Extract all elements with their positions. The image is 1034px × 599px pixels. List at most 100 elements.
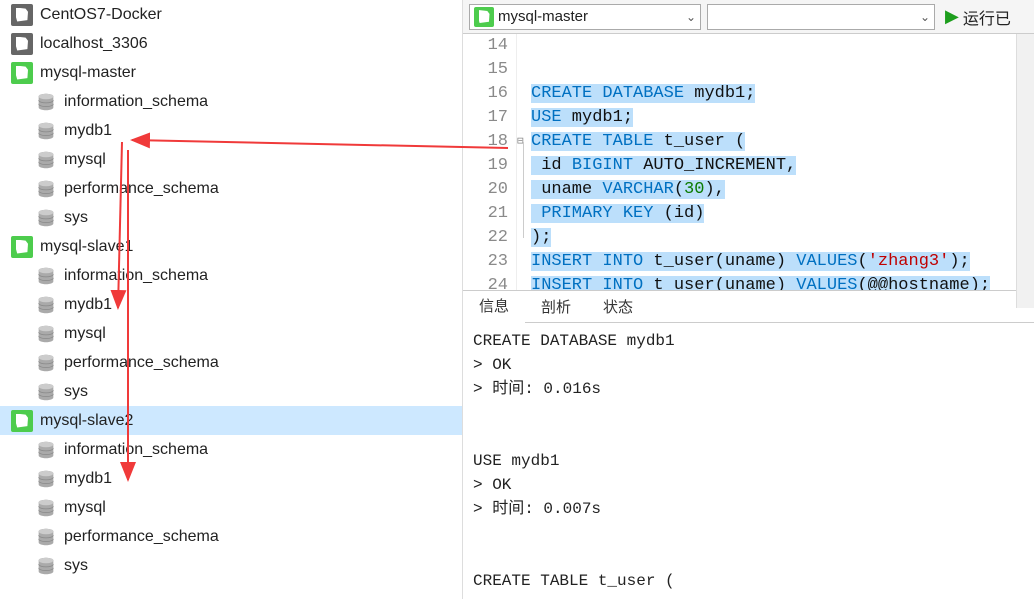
connection-item[interactable]: CentOS7-Docker [0, 0, 462, 29]
database-icon [35, 294, 57, 316]
code-line[interactable] [531, 58, 990, 82]
code-token: INSERT [531, 276, 592, 291]
code-token [592, 84, 602, 103]
database-icon [35, 207, 57, 229]
database-icon [35, 526, 57, 548]
database-item[interactable]: mysql [0, 493, 462, 522]
tree-item-label: performance_schema [64, 528, 219, 546]
code-token: t_user(uname) [643, 252, 796, 271]
database-item[interactable]: performance_schema [0, 348, 462, 377]
code-token [531, 204, 541, 223]
tree-item-label: mysql-slave1 [40, 238, 133, 256]
line-number: 14 [463, 34, 508, 58]
database-item[interactable]: mydb1 [0, 290, 462, 319]
database-item[interactable]: information_schema [0, 87, 462, 116]
code-token: AUTO_INCREMENT, [633, 156, 796, 175]
line-number: 15 [463, 58, 508, 82]
tree-item-label: sys [64, 209, 88, 227]
code-line[interactable]: uname VARCHAR(30), [531, 178, 990, 202]
sql-editor[interactable]: 1415161718192021222324 ⊟ CREATE DATABASE… [463, 34, 1034, 291]
tree-item-label: information_schema [64, 267, 208, 285]
database-item[interactable]: mydb1 [0, 116, 462, 145]
database-icon [35, 468, 57, 490]
database-item[interactable]: performance_schema [0, 522, 462, 551]
code-line[interactable]: CREATE DATABASE mydb1; [531, 82, 990, 106]
line-number: 21 [463, 202, 508, 226]
connection-item[interactable]: mysql-slave1 [0, 232, 462, 261]
connection-combo-label: mysql-master [498, 8, 686, 25]
code-token: USE [531, 108, 562, 127]
code-token: BIGINT [572, 156, 633, 175]
dolphin-icon [11, 62, 33, 84]
code-token: t_user ( [653, 132, 745, 151]
tree-item-label: mysql-master [40, 64, 136, 82]
connection-item[interactable]: localhost_3306 [0, 29, 462, 58]
database-item[interactable]: mydb1 [0, 464, 462, 493]
tab-state[interactable]: 状态 [587, 290, 649, 323]
connection-item[interactable]: mysql-slave2 [0, 406, 462, 435]
code-line[interactable]: PRIMARY KEY (id) [531, 202, 990, 226]
code-token: INSERT [531, 252, 592, 271]
line-number: 20 [463, 178, 508, 202]
code-token: 'zhang3' [868, 252, 950, 271]
database-item[interactable]: information_schema [0, 261, 462, 290]
run-button[interactable]: ▶ 运行已 [941, 4, 1015, 30]
result-body: CREATE DATABASE mydb1 > OK > 时间: 0.016s … [463, 323, 1034, 599]
dolphin-icon [11, 410, 33, 432]
line-number: 23 [463, 250, 508, 274]
line-number-gutter: 1415161718192021222324 [463, 34, 517, 290]
code-token: INTO [602, 276, 643, 291]
code-token: ), [704, 180, 724, 199]
tree-item-label: performance_schema [64, 354, 219, 372]
fold-column[interactable]: ⊟ [517, 34, 531, 290]
line-number: 17 [463, 106, 508, 130]
chevron-down-icon: ⌄ [920, 10, 930, 24]
database-icon [35, 265, 57, 287]
code-token: ( [674, 180, 684, 199]
code-token: 30 [684, 180, 704, 199]
connection-item[interactable]: mysql-master [0, 58, 462, 87]
code-area[interactable]: CREATE DATABASE mydb1;USE mydb1;CREATE T… [531, 34, 990, 290]
tree-item-label: performance_schema [64, 180, 219, 198]
code-token: DATABASE [602, 84, 684, 103]
code-line[interactable]: USE mydb1; [531, 106, 990, 130]
result-tabs: 信息 剖析 状态 [463, 291, 1034, 323]
tree-item-label: mysql [64, 151, 106, 169]
database-item[interactable]: mysql [0, 319, 462, 348]
tree-item-label: mysql [64, 499, 106, 517]
dolphin-icon [11, 33, 33, 55]
database-icon [35, 149, 57, 171]
database-item[interactable]: sys [0, 377, 462, 406]
database-item[interactable]: sys [0, 203, 462, 232]
code-line[interactable] [531, 34, 990, 58]
tab-info[interactable]: 信息 [463, 289, 525, 324]
code-token [592, 252, 602, 271]
editor-pane: mysql-master ⌄ ⌄ ▶ 运行已 14151617181920212… [463, 0, 1034, 599]
tab-profile[interactable]: 剖析 [525, 290, 587, 323]
fold-line [523, 142, 524, 238]
database-combo[interactable]: ⌄ [707, 4, 935, 30]
line-number: 16 [463, 82, 508, 106]
code-line[interactable]: ); [531, 226, 990, 250]
editor-scrollbar[interactable] [1016, 34, 1034, 291]
code-line[interactable]: INSERT INTO t_user(uname) VALUES('zhang3… [531, 250, 990, 274]
tree-item-label: localhost_3306 [40, 35, 148, 53]
code-token: mydb1; [684, 84, 755, 103]
code-token: VARCHAR [602, 180, 673, 199]
database-item[interactable]: performance_schema [0, 174, 462, 203]
dolphin-icon [11, 4, 33, 26]
code-line[interactable]: id BIGINT AUTO_INCREMENT, [531, 154, 990, 178]
database-item[interactable]: information_schema [0, 435, 462, 464]
code-line[interactable]: CREATE TABLE t_user ( [531, 130, 990, 154]
run-button-label: 运行已 [963, 5, 1011, 29]
code-token [613, 204, 623, 223]
code-token: t_user(uname) [643, 276, 796, 291]
connection-combo[interactable]: mysql-master ⌄ [469, 4, 701, 30]
code-token: uname [531, 180, 602, 199]
database-item[interactable]: sys [0, 551, 462, 580]
connection-tree[interactable]: CentOS7-Docker localhost_3306 mysql-master… [0, 0, 463, 599]
database-icon [35, 381, 57, 403]
code-line[interactable]: INSERT INTO t_user(uname) VALUES(@@hostn… [531, 274, 990, 291]
database-icon [35, 555, 57, 577]
database-item[interactable]: mysql [0, 145, 462, 174]
